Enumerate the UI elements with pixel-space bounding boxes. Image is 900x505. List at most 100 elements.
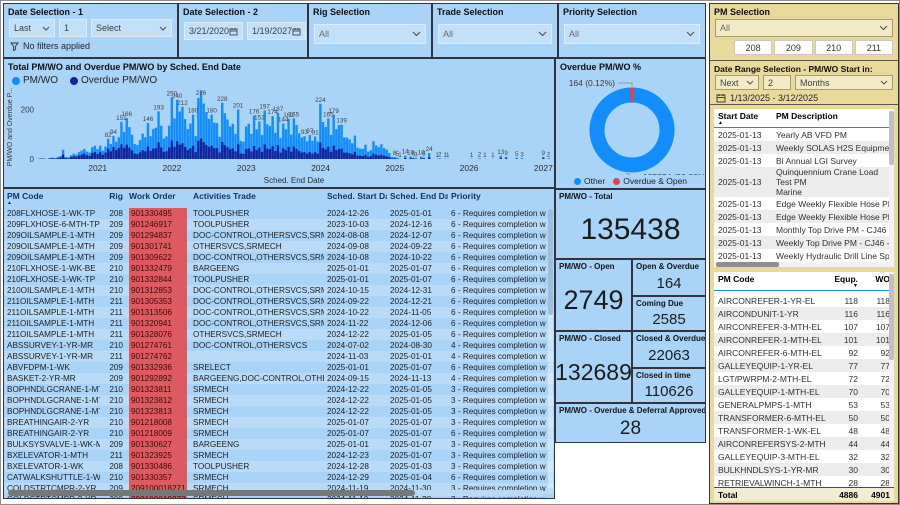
rig-slicer-item-209[interactable]: 209 (774, 40, 812, 55)
table-row[interactable]: BOPHNDLGCRANE-1-MTH210901323811SRMECH202… (4, 384, 554, 395)
table-row[interactable]: 211OILSAMPLE-1-MTH211901320941DOC-CONTRO… (4, 318, 554, 329)
table-row[interactable]: ABVFDPM-1-WK209901332936SRELECT2025-01-0… (4, 362, 554, 373)
column-header-work-order[interactable]: Work Order (126, 191, 190, 201)
table-row[interactable]: 2025-01-13Bi Annual LGI Survey (714, 154, 894, 167)
trade-select[interactable]: All (438, 24, 552, 44)
table-row[interactable]: 210FLXHOSE-1-WK-TP210901332844TOOLPUSHER… (4, 274, 554, 285)
table-row[interactable]: BREATHINGAIR-2-YR210901218008SRMECH2025-… (4, 417, 554, 428)
pm-select[interactable]: All (715, 19, 893, 37)
cell-pm-code: AIRCONDUNIT-1-YR (714, 309, 828, 319)
date1-count-input[interactable]: 1 (59, 19, 87, 37)
bar-overdue (96, 154, 98, 159)
legend-item-pmwo[interactable]: PM/WO (12, 75, 58, 86)
column-header-start-date[interactable]: Start Date▲ (714, 111, 772, 125)
table-row[interactable]: ABSSURVEY-1-YR-MR210901274761DOC-CONTROL… (4, 340, 554, 351)
table-row[interactable]: ABSSURVEY-1-YR-MR2119012747622024-11-032… (4, 351, 554, 362)
rig-slicer-item-211[interactable]: 211 (855, 40, 893, 55)
table-cell: SRMECH (190, 428, 324, 439)
date-from-input[interactable]: 3/21/2020 (184, 22, 243, 40)
table-row[interactable]: AIRCONREFERSYS-2-MTH4444 (714, 437, 894, 450)
vertical-scrollbar[interactable] (548, 209, 553, 488)
table-row[interactable]: 2025-01-13Edge Weekly Flexible Hose PM -… (714, 210, 894, 223)
table-row[interactable]: LGT/PWRPM-2-MTH-EL7272 (714, 372, 894, 385)
table-row[interactable]: BASKET-2-YR-MR209901292892BARGEENG,DOC-C… (4, 373, 554, 384)
column-header-sched-end[interactable]: Sched. End Date (387, 191, 448, 201)
column-header-priority[interactable]: Priority (448, 191, 546, 201)
table-row[interactable]: GALLEYEQUIP-1-YR-EL7777 (714, 359, 894, 372)
donut-title: Overdue PM/WO % (556, 59, 705, 73)
column-header-equp[interactable]: Equp.▼ (828, 274, 862, 288)
table-row[interactable]: GALLEYEQUIP-3-MTH-EL3232 (714, 450, 894, 463)
bar-overdue (237, 144, 239, 159)
table-row[interactable]: AIRCONREFER-3-MTH-EL107107 (714, 320, 894, 333)
priority-select[interactable]: All (564, 24, 700, 44)
calendar-icon (716, 93, 726, 103)
table-row[interactable]: 211OILSAMPLE-1-MTH211901305353DOC-CONTRO… (4, 296, 554, 307)
table-row[interactable]: 2025-01-13Yearly AB VFD PM (714, 128, 894, 141)
bar-overdue (144, 151, 146, 159)
table-row[interactable]: GENERALPMPS-1-MTH5353 (714, 398, 894, 411)
table-row[interactable]: 209FLXHOSE-6-MTH-TP209901246917TOOLPUSHE… (4, 219, 554, 230)
table-body: 2025-01-13Yearly AB VFD PM2025-01-13Week… (714, 128, 894, 267)
table-row[interactable]: 209OILSAMPLE-1-MTH209901301741OTHERSVCS,… (4, 241, 554, 252)
vertical-scrollbar[interactable] (889, 109, 894, 267)
table-row[interactable]: AIRCONREFER-6-MTH-EL9292 (714, 346, 894, 359)
bar-overdue (149, 151, 151, 159)
table-row[interactable]: 211OILSAMPLE-1-MTH211901313506DOC-CONTRO… (4, 307, 554, 318)
table-row[interactable]: 2025-01-13Monthly Top Drive PM - CJ46 - … (714, 223, 894, 236)
table-row[interactable]: BOPHNDLGCRANE-1-MTH210901323812SRMECH202… (4, 395, 554, 406)
table-row[interactable]: CATWALKSHUTTLE-1-WK210901330357SRMECH202… (4, 472, 554, 483)
table-row[interactable]: AIRCONDUNIT-1-YR116116 (714, 307, 894, 320)
range-unit-select[interactable]: Months (795, 75, 893, 90)
table-row[interactable]: 211OILSAMPLE-1-MTH211901328076OTHERSVCS,… (4, 329, 554, 340)
table-row[interactable]: 2025-01-13Weekly Hydraulic Drill Line Sp… (714, 249, 894, 262)
table-row[interactable]: 2025-01-13Quinquennium Crane Load Test P… (714, 167, 894, 197)
table-row[interactable]: TRANSFORMER-1-WK-EL4848 (714, 424, 894, 437)
date1-unit-select[interactable]: Select (91, 19, 172, 37)
range-mode-select[interactable]: Next (715, 75, 759, 90)
table-row[interactable]: 2025-01-13Weekly SOLAS H2S Equipment (714, 141, 894, 154)
bar-overdue (234, 151, 236, 159)
table-row[interactable]: RETRIEVALWINCH-1-MTH2828 (714, 476, 894, 487)
range-count-input[interactable]: 2 (763, 75, 791, 90)
table-row[interactable]: 209OILSAMPLE-1-MTH209901309622DOC-CONTRO… (4, 252, 554, 263)
table-row[interactable]: AIRCONREFER-1-YR-EL118118 (714, 294, 894, 307)
rig-slicer-item-210[interactable]: 210 (815, 40, 853, 55)
table-row[interactable]: 2025-01-13Weekly Top Drive PM - CJ46 - E… (714, 236, 894, 249)
table-row[interactable]: 2025-01-13Edge Weekly Flexible Hose PM -… (714, 197, 894, 210)
date1-period-select[interactable]: Last (9, 19, 55, 37)
table-row[interactable]: TRANSFORMER-6-MTH-EL5050 (714, 411, 894, 424)
rig-select[interactable]: All (314, 24, 426, 44)
column-header-rig[interactable]: Rig (100, 191, 126, 201)
table-row[interactable]: BXELEVATOR-1-MTH211901323925SRMECH2024-1… (4, 450, 554, 461)
column-header-pm-code[interactable]: PM Code▲ (4, 191, 100, 205)
table-row[interactable]: 209OILSAMPLE-1-MTH209901294837DOC-CONTRO… (4, 230, 554, 241)
legend-item-other[interactable]: Other (574, 176, 605, 186)
kpi-value: 164 (633, 271, 705, 295)
horizontal-scrollbar[interactable] (8, 490, 544, 496)
legend-item-overdue-open[interactable]: Overdue & Open (613, 176, 687, 186)
date-to-input[interactable]: 1/19/2027 (247, 22, 306, 40)
bar-overdue (279, 153, 281, 159)
table-row[interactable]: 210OILSAMPLE-1-MTH210901312853DOC-CONTRO… (4, 285, 554, 296)
table-row[interactable]: BOPHNDLGCRANE-1-MTH210901323813SRMECH202… (4, 406, 554, 417)
table-row[interactable]: BXELEVATOR-1-WK208901330486TOOLPUSHER202… (4, 461, 554, 472)
table-row[interactable]: 208FLXHOSE-1-WK-TP208901330495TOOLPUSHER… (4, 208, 554, 219)
table-row[interactable]: 210FLXHOSE-1-WK-BE210901332479BARGEENG20… (4, 263, 554, 274)
column-header-pm-description[interactable]: PM Description (772, 111, 894, 125)
table-row[interactable]: GALLEYEQUIP-1-MTH-EL7070 (714, 385, 894, 398)
table-cell: 211OILSAMPLE-1-MTH (4, 307, 100, 318)
legend-item-overdue[interactable]: Overdue PM/WO (70, 75, 157, 86)
table-row[interactable]: BULKHNDLSYS-1-YR-MR3030 (714, 463, 894, 476)
rig-slicer-item-208[interactable]: 208 (734, 40, 772, 55)
horizontal-scrollbar[interactable] (714, 262, 889, 267)
table-row[interactable]: BULKSYSVALVE-1-WK-MR209901330627BARGEENG… (4, 439, 554, 450)
vertical-scrollbar[interactable] (889, 272, 894, 487)
table-body: 208FLXHOSE-1-WK-TP208901330495TOOLPUSHER… (4, 208, 554, 499)
bar-data-label: 91 (312, 130, 320, 137)
column-header-sched-start[interactable]: Sched. Start Date (324, 191, 387, 201)
column-header-activities-trade[interactable]: Activities Trade (190, 191, 324, 201)
table-row[interactable]: BREATHINGAIR-2-YR210901218009SRMECH2025-… (4, 428, 554, 439)
table-row[interactable]: AIRCONREFER-1-MTH-EL101101 (714, 333, 894, 346)
column-header-pm-code[interactable]: PM Code (714, 274, 828, 288)
